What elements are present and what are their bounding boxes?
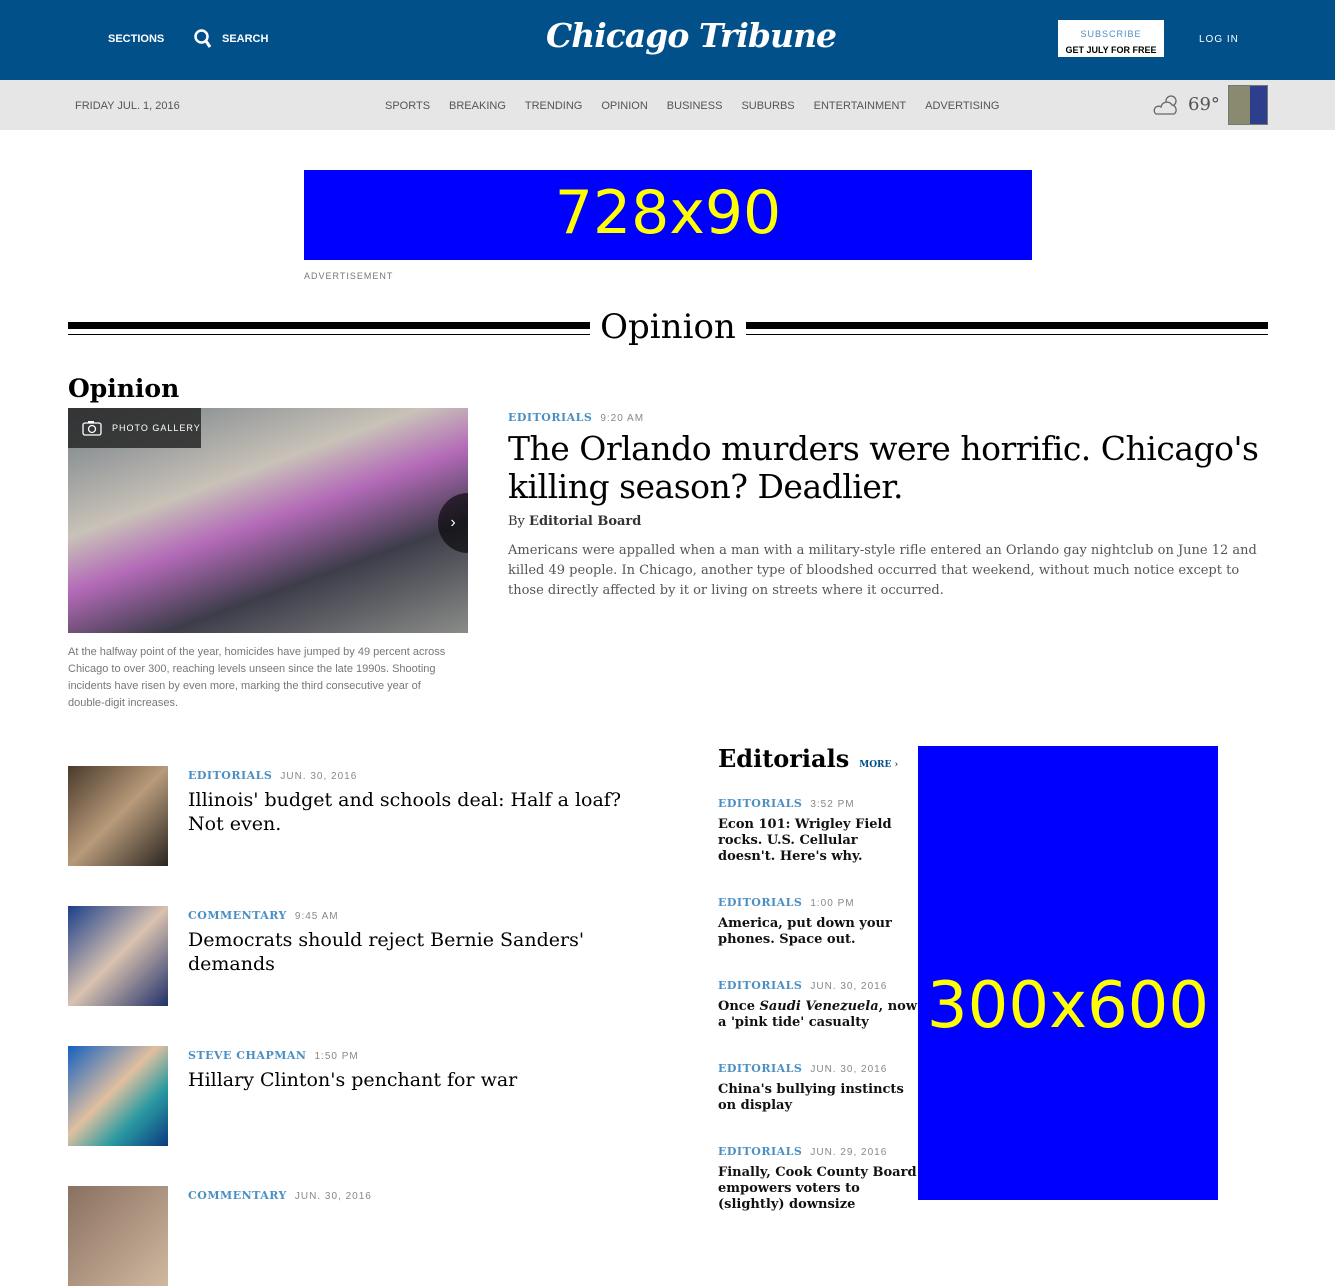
nav-entertainment[interactable]: ENTERTAINMENT [814,100,907,112]
story-headline[interactable]: Hillary Clinton's penchant for war [188,1068,658,1092]
nav-sports[interactable]: SPORTS [385,100,430,112]
editorial-headline[interactable]: Econ 101: Wrigley Field rocks. U.S. Cell… [718,817,918,865]
partly-cloudy-icon [1153,95,1177,115]
story-time: 9:20 AM [600,413,645,424]
story-item[interactable]: EDITORIALS JUN. 30, 2016 Illinois' budget… [68,766,668,866]
skyscraper-ad[interactable]: 300x600 [918,746,1218,1200]
story-thumbnail[interactable] [68,1186,168,1286]
nav-suburbs[interactable]: SUBURBS [741,100,794,112]
subscribe-label: SUBSCRIBE [1080,29,1142,39]
subscribe-offer: GET JULY FOR FREE [1065,45,1157,55]
section-rule [746,322,1268,335]
byline: By Editorial Board [508,514,1268,529]
sections-button[interactable]: SECTIONS [108,33,164,45]
temperature: 69° [1188,93,1220,115]
nav-advertising[interactable]: ADVERTISING [925,100,999,112]
editorial-item[interactable]: EDITORIALS JUN. 30, 2016 Once Saudi Venezu… [718,976,918,1031]
headline-part: Once [718,999,760,1014]
logo[interactable]: Chicago Tribune [546,16,837,55]
search-button[interactable]: SEARCH [194,29,268,49]
lead-photo[interactable]: PHOTO GALLERY › [68,408,468,633]
story-time: JUN. 30, 2016 [810,981,888,992]
lead-story: EDITORIALS 9:20 AM The Orlando murders we… [508,408,1268,601]
story-label[interactable]: COMMENTARY [188,909,287,922]
story-label[interactable]: STEVE CHAPMAN [188,1049,306,1062]
author[interactable]: Editorial Board [529,514,641,529]
current-date: FRIDAY JUL. 1, 2016 [75,100,180,112]
nav-business[interactable]: BUSINESS [667,100,723,112]
story-time: 1:50 PM [314,1051,359,1062]
story-label[interactable]: EDITORIALS [508,411,592,424]
weather-map-thumbnail[interactable] [1228,85,1268,125]
photo-gallery-badge[interactable]: PHOTO GALLERY [68,408,201,448]
story-label[interactable]: COMMENTARY [188,1189,287,1202]
story-thumbnail[interactable] [68,906,168,1006]
nav-trending[interactable]: TRENDING [525,100,582,112]
section-header: Opinion [68,307,1268,350]
editorial-item[interactable]: EDITORIALS 1:00 PM America, put down your … [718,893,918,948]
story-time: JUN. 30, 2016 [810,1064,888,1075]
top-bar: SECTIONS SEARCH Chicago Tribune SUBSCRIB… [0,0,1335,80]
editorial-item[interactable]: EDITORIALS 3:52 PM Econ 101: Wrigley Field… [718,794,918,865]
editorial-headline[interactable]: America, put down your phones. Space out… [718,916,918,948]
chevron-right-icon: › [450,514,456,531]
nav-bar: FRIDAY JUL. 1, 2016 SPORTS BREAKING TREN… [0,80,1335,130]
story-item[interactable]: COMMENTARY JUN. 30, 2016 [68,1186,668,1286]
camera-icon [82,421,102,436]
nav-opinion[interactable]: OPINION [601,100,647,112]
editorial-headline[interactable]: Finally, Cook County Board empowers vote… [718,1165,918,1213]
photo-caption: At the halfway point of the year, homici… [68,646,446,709]
story-label[interactable]: EDITORIALS [718,896,802,909]
search-icon [194,29,212,48]
story-time: JUN. 30, 2016 [294,1191,372,1202]
story-thumbnail[interactable] [68,1046,168,1146]
story-thumbnail[interactable] [68,766,168,866]
story-label[interactable]: EDITORIALS [188,769,272,782]
story-item[interactable]: COMMENTARY 9:45 AM Democrats should rejec… [68,906,668,1006]
ad-label: ADVERTISEMENT [304,271,394,281]
section-title: Opinion [590,307,746,347]
editorials-heading: Editorials MORE › [718,744,898,773]
editorial-headline[interactable]: Once Saudi Venezuela, now a 'pink tide' … [718,999,918,1031]
search-label: SEARCH [222,33,269,45]
nav-links: SPORTS BREAKING TRENDING OPINION BUSINES… [385,100,1000,112]
story-time: 3:52 PM [810,799,855,810]
story-label[interactable]: EDITORIALS [718,797,802,810]
editorials-title: Editorials [718,744,850,773]
story-label[interactable]: EDITORIALS [718,1145,802,1158]
next-arrow-button[interactable]: › [438,493,468,553]
byline-prefix: By [508,514,525,529]
story-label[interactable]: EDITORIALS [718,979,802,992]
story-headline[interactable]: Illinois' budget and schools deal: Half … [188,788,658,836]
leaderboard-ad[interactable]: 728x90 [304,170,1032,260]
story-headline[interactable]: Democrats should reject Bernie Sanders' … [188,928,658,976]
lead-summary: Americans were appalled when a man with … [508,543,1257,598]
editorial-headline[interactable]: China's bullying instincts on display [718,1082,918,1114]
story-label[interactable]: EDITORIALS [718,1062,802,1075]
story-time: 9:45 AM [294,911,339,922]
login-link[interactable]: LOG IN [1199,34,1239,45]
weather-widget[interactable]: 69° [1152,92,1220,116]
story-time: 1:00 PM [810,898,855,909]
lead-headline[interactable]: The Orlando murders were horrific. Chica… [508,430,1268,506]
editorial-item[interactable]: EDITORIALS JUN. 30, 2016 China's bullying … [718,1059,918,1114]
more-link[interactable]: MORE › [859,760,898,770]
lead-heading: Opinion [68,374,180,403]
story-time: JUN. 29, 2016 [810,1147,888,1158]
subscribe-button[interactable]: SUBSCRIBE GET JULY FOR FREE [1058,20,1164,57]
story-time: JUN. 30, 2016 [280,771,358,782]
story-item[interactable]: STEVE CHAPMAN 1:50 PM Hillary Clinton's p… [68,1046,668,1146]
headline-emphasis: Saudi Venezuela [759,999,879,1014]
photo-gallery-label: PHOTO GALLERY [112,423,201,433]
nav-breaking[interactable]: BREAKING [449,100,506,112]
editorial-item[interactable]: EDITORIALS JUN. 29, 2016 Finally, Cook Cou… [718,1142,918,1213]
